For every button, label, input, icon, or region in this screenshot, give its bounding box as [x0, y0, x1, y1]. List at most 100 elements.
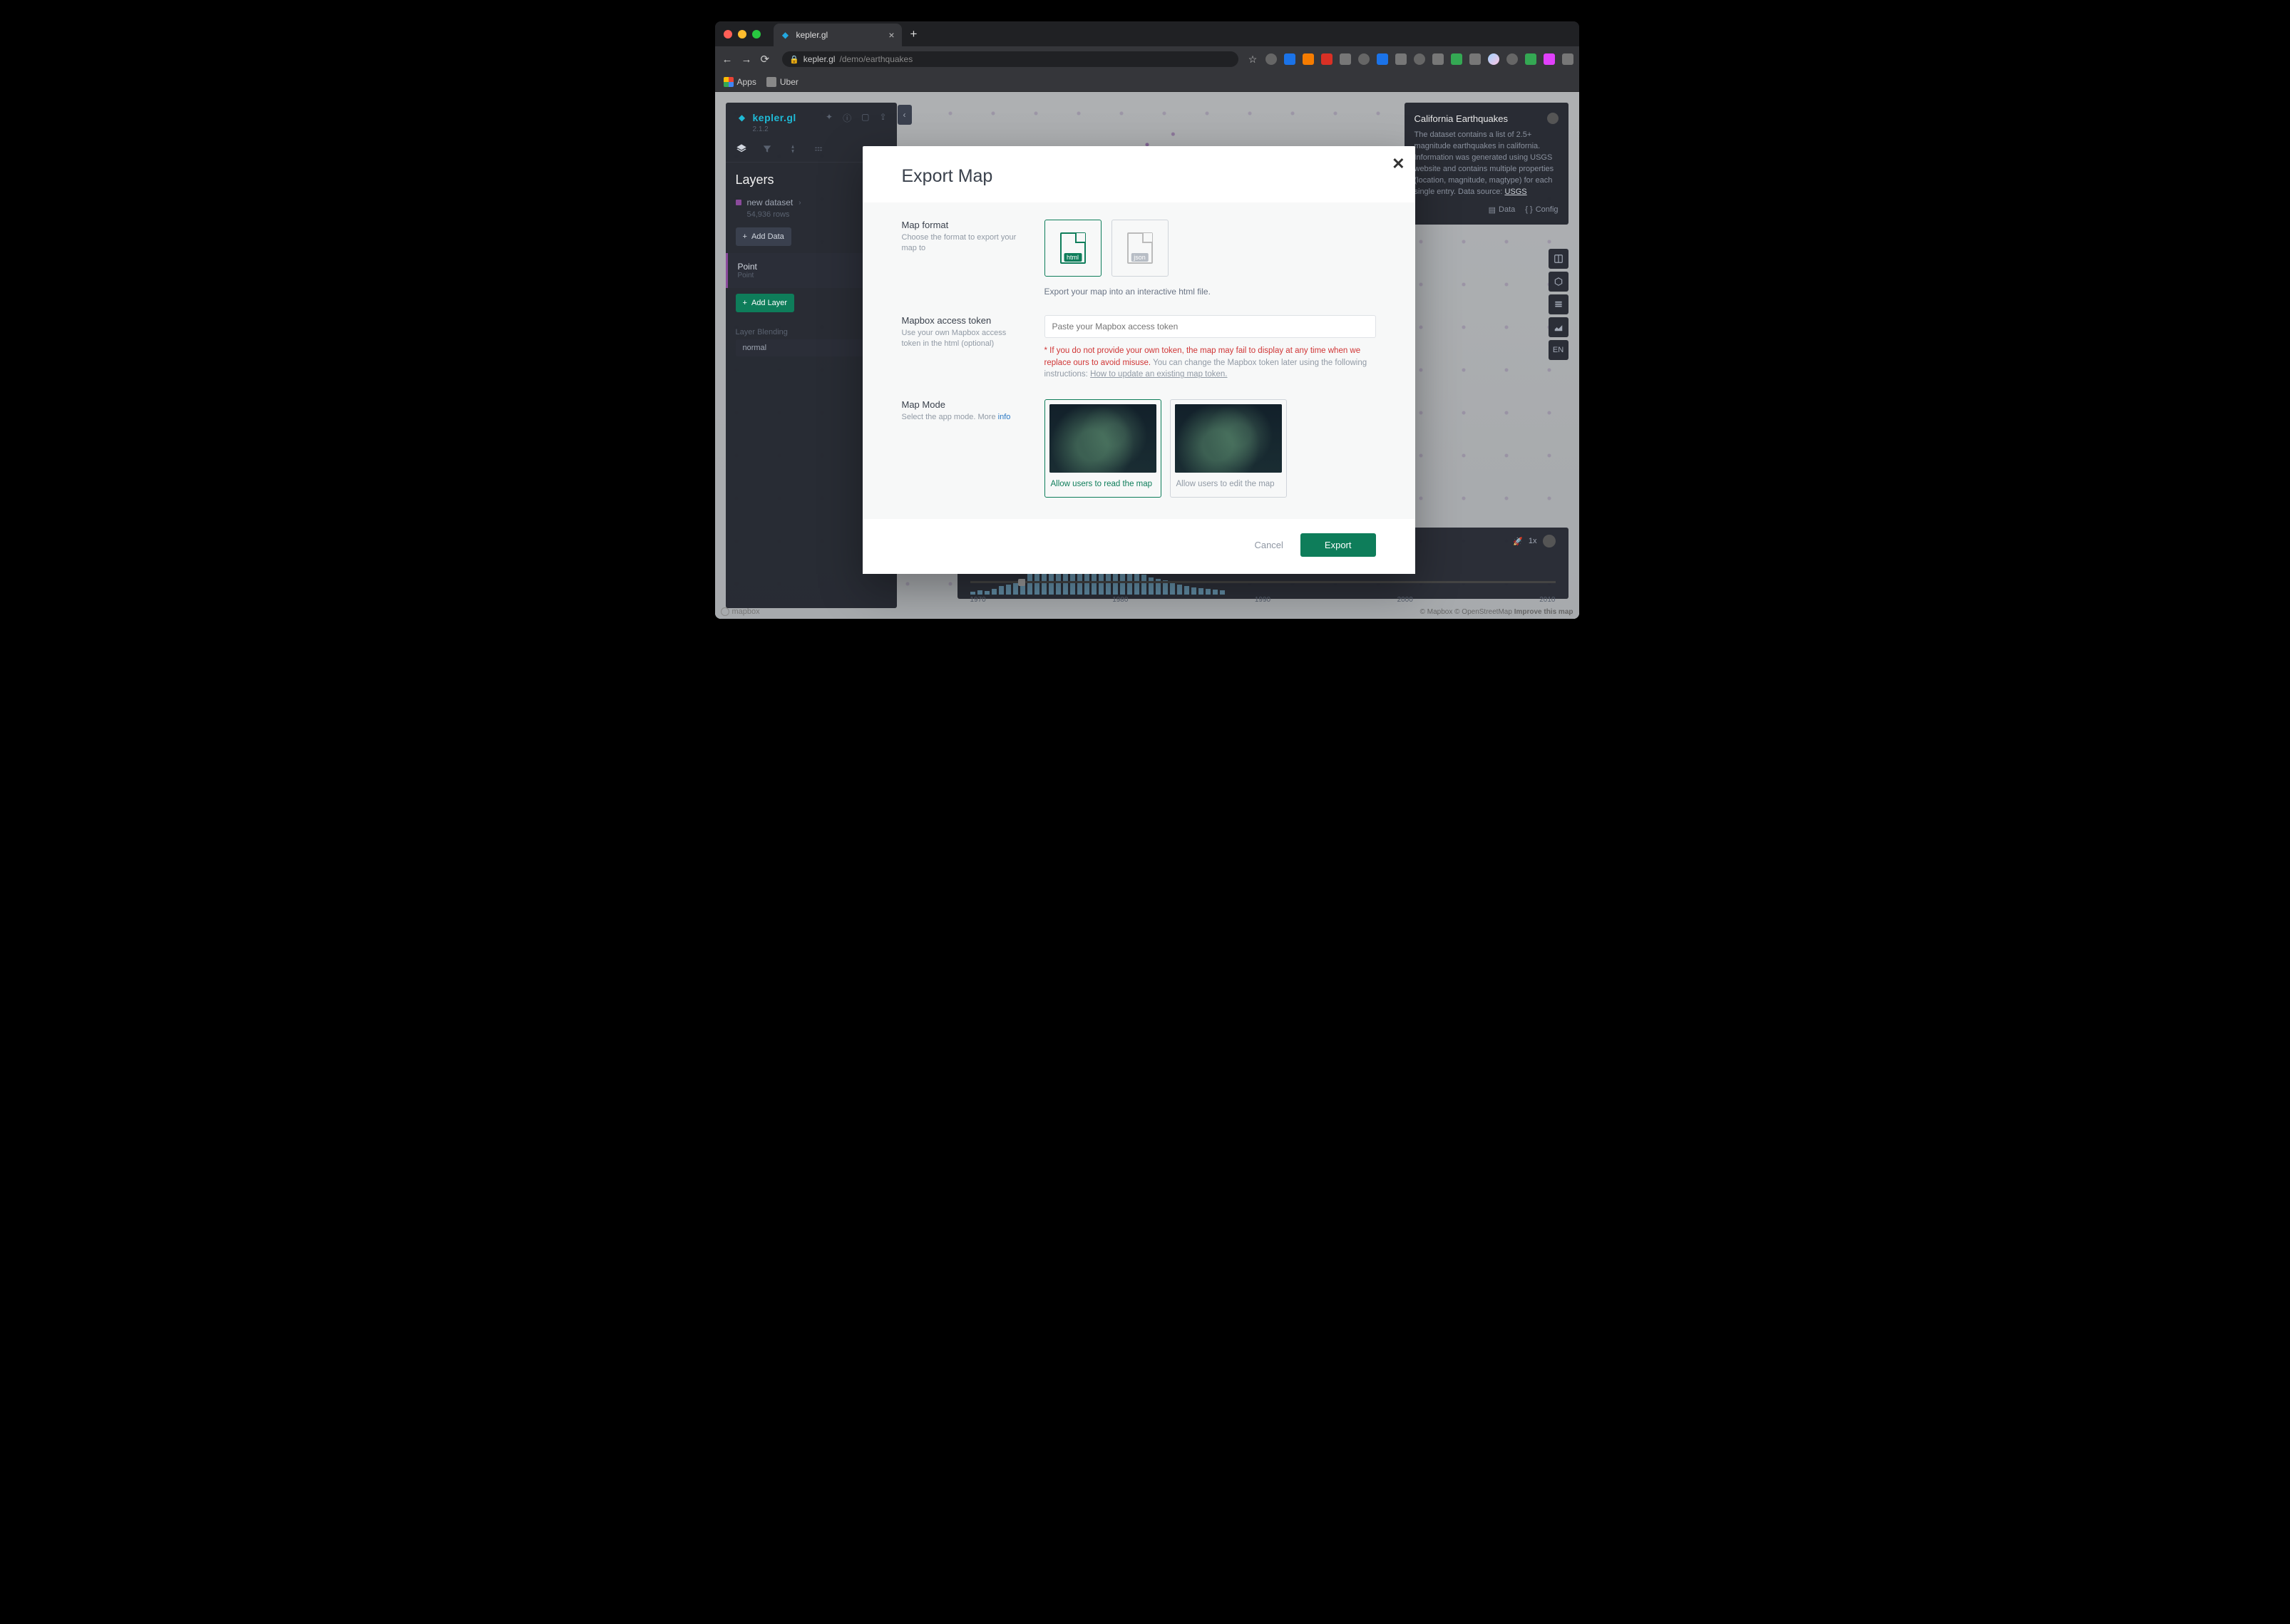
extension-icon[interactable]: [1284, 53, 1295, 65]
histogram-bar: [1198, 588, 1203, 595]
play-button[interactable]: [1543, 535, 1556, 548]
legend-button[interactable]: [1549, 294, 1568, 314]
map-attribution: © Mapbox © OpenStreetMap Improve this ma…: [1420, 608, 1573, 616]
time-tick: 1980: [1112, 596, 1128, 604]
add-data-button[interactable]: + Add Data: [736, 227, 791, 246]
info-title: California Earthquakes: [1414, 113, 1509, 124]
apps-grid-icon: [724, 77, 734, 87]
histogram-bar: [1013, 582, 1018, 595]
app-title: kepler.gl: [753, 112, 796, 123]
time-tick: 1970: [970, 596, 986, 604]
config-button[interactable]: { } Config: [1525, 205, 1558, 215]
extension-icon[interactable]: [1303, 53, 1314, 65]
tab-title: kepler.gl: [796, 30, 828, 40]
format-option-html[interactable]: html: [1044, 220, 1102, 277]
window-maximize-button[interactable]: [752, 30, 761, 38]
locale-button[interactable]: EN: [1549, 340, 1568, 360]
add-layer-button[interactable]: + Add Layer: [736, 294, 795, 312]
histogram-bar: [1191, 587, 1196, 595]
forward-button[interactable]: →: [741, 53, 752, 66]
bookmark-apps[interactable]: Apps: [724, 77, 756, 87]
3d-view-button[interactable]: [1549, 272, 1568, 292]
histogram-bar: [992, 589, 997, 595]
token-instructions-link[interactable]: How to update an existing map token.: [1090, 370, 1227, 379]
histogram-bar: [1134, 572, 1139, 595]
save-icon[interactable]: ▢: [861, 112, 869, 124]
draw-button[interactable]: [1549, 317, 1568, 337]
histogram-bar: [1141, 575, 1146, 595]
plus-icon: +: [743, 232, 747, 241]
globe-icon[interactable]: [1547, 113, 1559, 124]
export-button[interactable]: Export: [1300, 533, 1376, 557]
extension-icon[interactable]: [1525, 53, 1536, 65]
bookmark-folder-uber[interactable]: Uber: [766, 77, 799, 87]
extension-icon[interactable]: [1377, 53, 1388, 65]
map-mode-label: Map Mode: [902, 399, 1023, 410]
plus-icon: +: [743, 299, 747, 307]
format-option-json[interactable]: json: [1111, 220, 1169, 277]
time-tick: 2000: [1397, 596, 1413, 604]
bookmarks-bar: Apps Uber: [715, 72, 1579, 92]
extension-icon[interactable]: [1395, 53, 1407, 65]
histogram-bar: [1213, 590, 1218, 595]
histogram-bar: [1184, 586, 1189, 595]
new-tab-button[interactable]: +: [910, 27, 918, 41]
time-axis: 19701980199020002010: [970, 596, 1556, 604]
tab-basemap[interactable]: [813, 143, 824, 155]
extension-icon[interactable]: [1321, 53, 1333, 65]
extension-icon[interactable]: [1340, 53, 1351, 65]
info-icon[interactable]: ⓘ: [843, 112, 851, 124]
histogram-bar: [985, 591, 990, 595]
mode-option-edit[interactable]: Allow users to edit the map: [1170, 399, 1287, 498]
tab-layers[interactable]: [736, 143, 747, 155]
extension-icon[interactable]: [1544, 53, 1555, 65]
favicon-icon: ◆: [781, 30, 791, 40]
window-close-button[interactable]: [724, 30, 732, 38]
extension-icon[interactable]: [1469, 53, 1481, 65]
tab-close-icon[interactable]: ×: [888, 29, 894, 41]
time-slider-handle[interactable]: [1018, 579, 1025, 586]
token-label: Mapbox access token: [902, 315, 1023, 326]
info-panel: California Earthquakes The dataset conta…: [1405, 103, 1568, 225]
split-map-button[interactable]: [1549, 249, 1568, 269]
map-mode-desc: Select the app mode. More: [902, 413, 998, 421]
modal-close-button[interactable]: ✕: [1392, 156, 1405, 172]
cancel-button[interactable]: Cancel: [1254, 540, 1283, 550]
extension-icon[interactable]: [1488, 53, 1499, 65]
info-source-link[interactable]: USGS: [1504, 187, 1526, 196]
extension-icon[interactable]: [1358, 53, 1370, 65]
histogram-bar: [970, 592, 975, 595]
bug-icon[interactable]: ✦: [826, 112, 833, 124]
data-button[interactable]: ▤ Data: [1489, 205, 1516, 215]
share-icon[interactable]: ⇪: [879, 112, 886, 124]
map-mode-info-link[interactable]: info: [998, 413, 1011, 421]
window-minimize-button[interactable]: [738, 30, 746, 38]
extension-icon[interactable]: [1506, 53, 1518, 65]
address-bar[interactable]: 🔒 kepler.gl/demo/earthquakes: [782, 51, 1238, 67]
extension-icon[interactable]: [1432, 53, 1444, 65]
bookmark-star-icon[interactable]: ☆: [1247, 53, 1258, 65]
mode-edit-thumbnail: [1175, 404, 1282, 473]
mode-option-read[interactable]: Allow users to read the map: [1044, 399, 1161, 498]
histogram-bar: [999, 586, 1004, 595]
map-format-label: Map format: [902, 220, 1023, 230]
browser-tab[interactable]: ◆ kepler.gl ×: [774, 24, 902, 46]
histogram-bar: [1177, 585, 1182, 595]
back-button[interactable]: ←: [722, 53, 733, 66]
url-path: /demo/earthquakes: [839, 54, 913, 64]
tab-filters[interactable]: [761, 143, 773, 155]
time-slider-track[interactable]: [970, 581, 1556, 583]
tab-interactions[interactable]: [787, 143, 799, 155]
reload-button[interactable]: ⟳: [761, 53, 770, 66]
collapse-panel-button[interactable]: ‹: [898, 105, 912, 125]
time-tick: 1990: [1255, 596, 1270, 604]
kepler-logo-icon: ◆: [736, 111, 749, 124]
mapbox-token-input[interactable]: [1044, 315, 1376, 338]
extension-icon[interactable]: [1562, 53, 1573, 65]
extension-icon[interactable]: [1451, 53, 1462, 65]
format-export-desc: Export your map into an interactive html…: [1044, 287, 1376, 297]
extension-icon[interactable]: [1265, 53, 1277, 65]
extension-icon[interactable]: [1414, 53, 1425, 65]
layer-name: Point: [738, 262, 757, 272]
mapbox-logo: mapbox: [721, 607, 760, 616]
